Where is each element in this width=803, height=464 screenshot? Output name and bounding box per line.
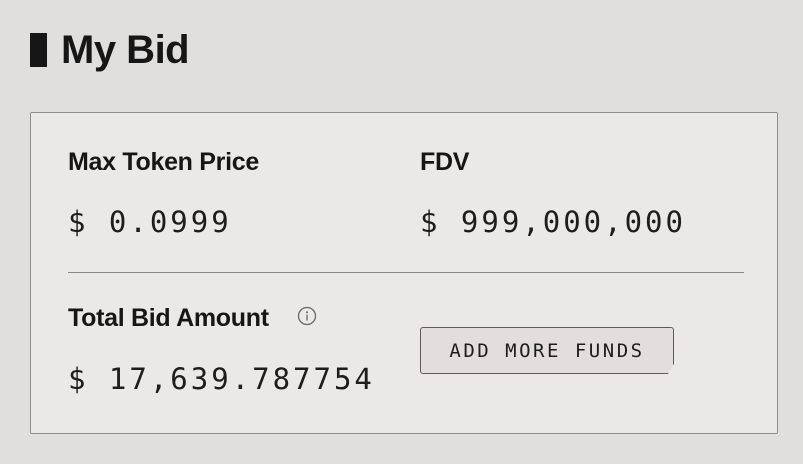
fdv-value: $ 999,000,000 [420, 205, 686, 239]
max-token-price-value: $ 0.0999 [68, 205, 232, 239]
add-more-funds-button[interactable]: ADD MORE FUNDS [420, 327, 674, 374]
fdv-label: FDV [420, 148, 470, 176]
divider [68, 272, 744, 273]
bid-card: Max Token Price $ 0.0999 FDV $ 999,000,0… [30, 112, 778, 434]
page: My Bid Max Token Price $ 0.0999 FDV $ 99… [0, 0, 803, 464]
page-title: My Bid [61, 28, 190, 72]
info-icon-glyph [297, 306, 317, 326]
add-more-funds-label: ADD MORE FUNDS [449, 339, 645, 362]
title-accent-bar [30, 33, 47, 67]
total-bid-amount-value: $ 17,639.787754 [68, 362, 375, 396]
max-token-price-label: Max Token Price [68, 148, 259, 176]
total-bid-amount-label: Total Bid Amount [68, 304, 269, 332]
section-header: My Bid [30, 28, 190, 72]
info-icon[interactable] [297, 306, 317, 326]
